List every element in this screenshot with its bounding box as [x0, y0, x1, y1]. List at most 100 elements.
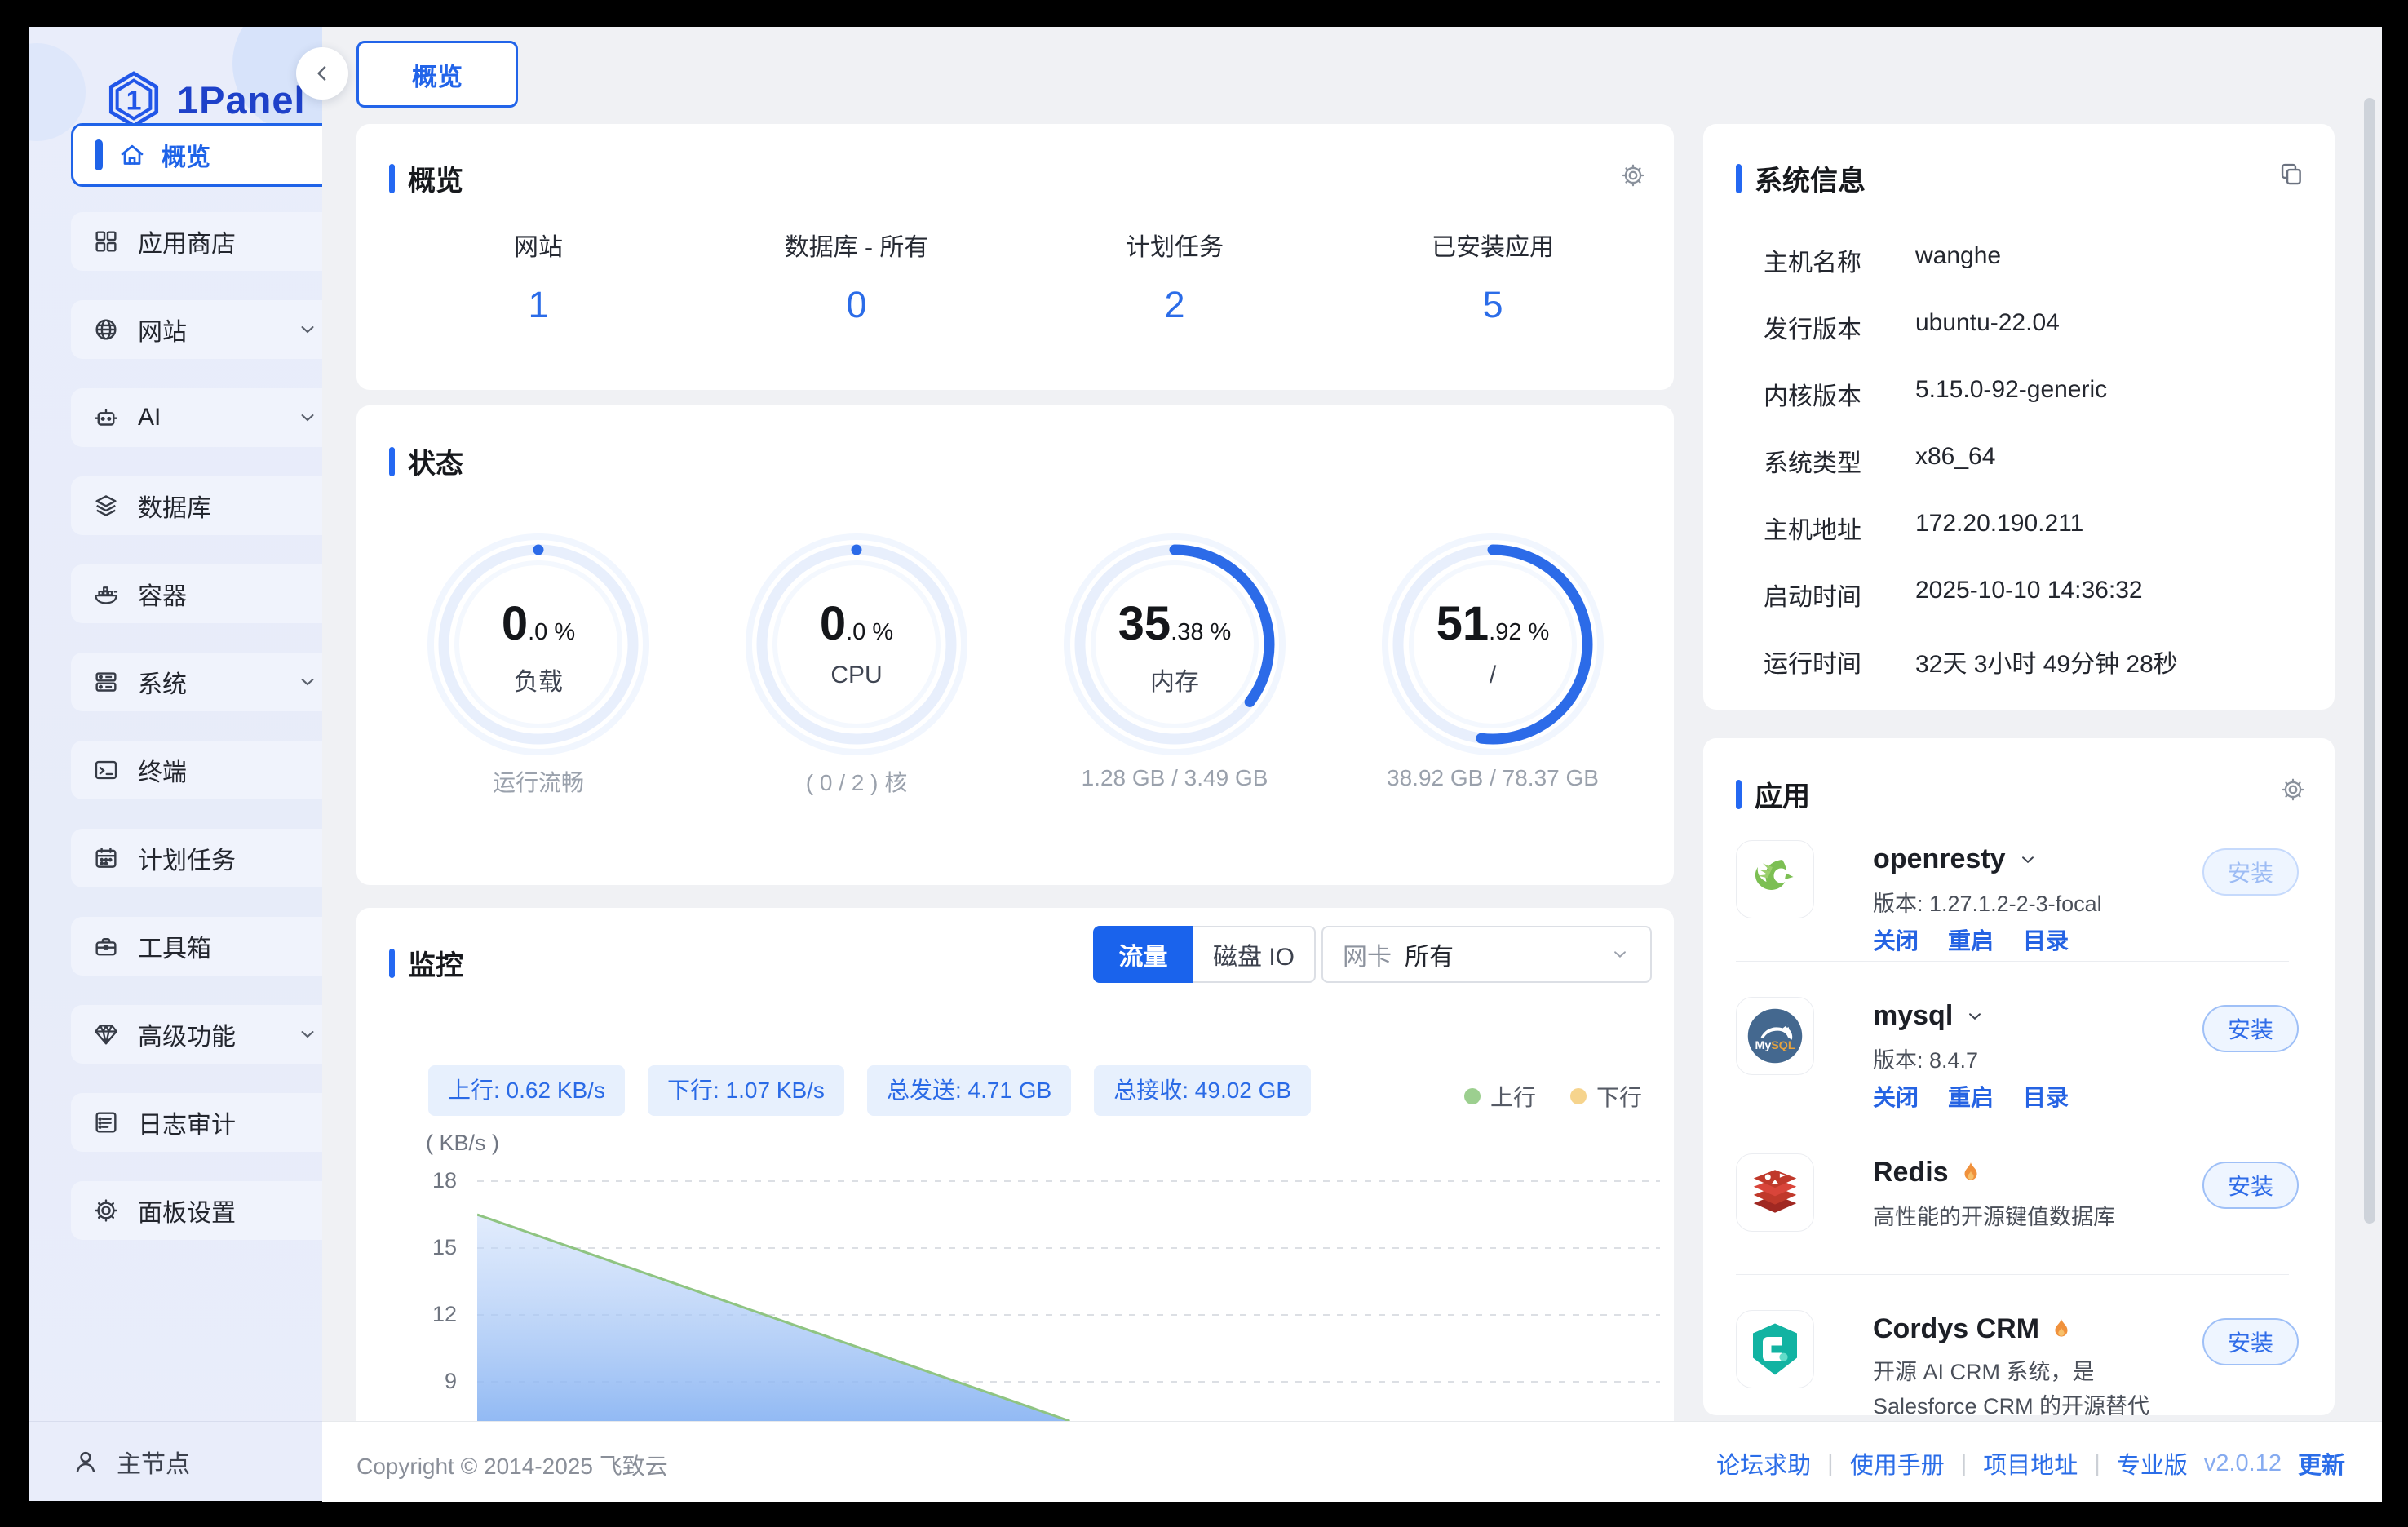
legend-dot-green	[1464, 1088, 1481, 1104]
chevron-down-icon	[296, 318, 319, 341]
sidebar-item-label: 终端	[138, 752, 187, 788]
traffic-area-chart	[477, 1166, 1660, 1421]
install-label: 安装	[2228, 1169, 2273, 1202]
sidebar-item-cron[interactable]: 计划任务	[71, 829, 322, 887]
install-button-redis[interactable]: 安装	[2202, 1162, 2299, 1209]
apps-card-title: 应用	[1755, 774, 1810, 814]
traffic-tags: 上行: 0.62 KB/s 下行: 1.07 KB/s 总发送: 4.71 GB…	[428, 1065, 1311, 1116]
copy-icon[interactable]	[2277, 160, 2305, 188]
chevron-down-icon[interactable]	[1964, 1006, 1985, 1027]
chevron-down-icon[interactable]	[2017, 849, 2038, 870]
sys-label-kernel: 内核版本	[1764, 376, 1910, 412]
action-stop[interactable]: 关闭	[1873, 923, 1919, 956]
sys-label-host-address: 主机地址	[1764, 510, 1910, 546]
sidebar-item-label: 概览	[162, 137, 210, 173]
link-user-manual[interactable]: 使用手册	[1850, 1446, 1945, 1481]
stat-value-installed-apps[interactable]: 5	[1330, 284, 1656, 326]
toggle-disk-io[interactable]: 磁盘 IO	[1193, 926, 1316, 983]
divider: |	[2094, 1450, 2100, 1477]
version-text: v2.0.12	[2204, 1450, 2282, 1477]
legend-upstream[interactable]: 上行	[1464, 1080, 1536, 1113]
sys-value-hostname: wanghe	[1915, 242, 2001, 270]
network-card-select[interactable]: 网卡 所有	[1321, 926, 1652, 983]
log-audit-icon	[92, 1109, 120, 1136]
openresty-name-row: openresty	[1873, 843, 2038, 875]
sidebar-item-pro-features[interactable]: 高级功能	[71, 1005, 322, 1064]
install-button-mysql[interactable]: 安装	[2202, 1005, 2299, 1052]
sidebar-item-toolbox[interactable]: 工具箱	[71, 917, 322, 976]
sidebar-item-logs[interactable]: 日志审计	[71, 1093, 322, 1152]
legend-dot-yellow	[1570, 1088, 1587, 1104]
legend-label: 下行	[1596, 1080, 1642, 1113]
svg-text:MySQL: MySQL	[1755, 1039, 1795, 1052]
sys-label-boot-time: 启动时间	[1764, 577, 1910, 613]
action-directory[interactable]: 目录	[2023, 923, 2069, 956]
sidebar-item-website[interactable]: 网站	[71, 300, 322, 359]
app-store-icon	[92, 228, 120, 255]
sidebar-item-overview[interactable]: 概览	[71, 123, 322, 187]
sys-value-kernel: 5.15.0-92-generic	[1915, 376, 2107, 404]
app-name: mysql	[1873, 1000, 1953, 1032]
sidebar-item-settings[interactable]: 面板设置	[71, 1181, 322, 1240]
logo: 1 1Panel	[104, 69, 306, 130]
app-version: 版本: 1.27.1.2-2-3-focal	[1873, 886, 2102, 918]
stat-value-databases[interactable]: 0	[693, 284, 1020, 326]
tab-overview[interactable]: 概览	[356, 41, 518, 108]
sidebar-collapse-button[interactable]	[296, 47, 348, 100]
app-window: 1 1Panel 概览 应用商店 网站	[0, 0, 2408, 1527]
chart-legend: 上行 下行	[1464, 1080, 1642, 1113]
app-description: 高性能的开源键值数据库	[1873, 1199, 2115, 1231]
sidebar-item-label: 系统	[138, 664, 187, 700]
footer: Copyright © 2014-2025 飞致云 论坛求助 | 使用手册 | …	[322, 1421, 2382, 1502]
tag-downstream-rate: 下行: 1.07 KB/s	[648, 1065, 844, 1116]
legend-downstream[interactable]: 下行	[1570, 1080, 1642, 1113]
gauge-disk-root: 51.92 % /	[1374, 526, 1611, 763]
gauge-caption-memory: 1.28 GB / 3.49 GB	[995, 765, 1354, 791]
link-project-site[interactable]: 项目地址	[1983, 1446, 2078, 1481]
chevron-down-icon	[296, 671, 319, 693]
gauge-value-dec: .38 %	[1171, 619, 1231, 645]
action-stop[interactable]: 关闭	[1873, 1080, 1919, 1113]
gauge-value-dec: .0 %	[528, 619, 575, 645]
stat-value-websites[interactable]: 1	[375, 284, 702, 326]
gauge-value-int: 0	[820, 597, 846, 650]
sidebar: 1 1Panel 概览 应用商店 网站	[29, 27, 322, 1501]
update-link[interactable]: 更新	[2298, 1446, 2345, 1481]
page-scrollbar-thumb[interactable]	[2364, 98, 2375, 1224]
layers-icon	[92, 492, 120, 520]
y-axis-unit-label: ( KB/s )	[426, 1131, 499, 1156]
select-label: 网卡	[1343, 936, 1392, 972]
action-restart[interactable]: 重启	[1948, 923, 1994, 956]
sidebar-item-ai[interactable]: AI	[71, 388, 322, 447]
sidebar-item-label: 面板设置	[138, 1193, 236, 1228]
overview-card-header: 概览	[389, 158, 463, 198]
tag-total-sent: 总发送: 4.71 GB	[867, 1065, 1071, 1116]
toggle-traffic[interactable]: 流量	[1093, 926, 1193, 983]
hot-flame-icon	[1960, 1161, 1981, 1185]
link-pro-edition[interactable]: 专业版	[2117, 1446, 2188, 1481]
stat-value-cronjobs[interactable]: 2	[1011, 284, 1338, 326]
sys-value-uptime: 32天 3小时 49分钟 28秒	[1915, 644, 2178, 679]
system-info-title: 系统信息	[1755, 158, 1866, 198]
active-indicator	[95, 139, 103, 170]
sidebar-item-container[interactable]: 容器	[71, 564, 322, 623]
monitor-toggle-group: 流量 磁盘 IO	[1093, 926, 1316, 983]
action-restart[interactable]: 重启	[1948, 1080, 1994, 1113]
install-button-cordys[interactable]: 安装	[2202, 1318, 2299, 1365]
gear-icon[interactable]	[2279, 776, 2307, 803]
gear-icon[interactable]	[1619, 162, 1647, 189]
sidebar-item-database[interactable]: 数据库	[71, 476, 322, 535]
sidebar-item-app-store[interactable]: 应用商店	[71, 212, 322, 271]
sidebar-item-terminal[interactable]: 终端	[71, 741, 322, 799]
sidebar-item-system[interactable]: 系统	[71, 653, 322, 711]
sys-value-host-address: 172.20.190.211	[1915, 510, 2083, 538]
action-directory[interactable]: 目录	[2023, 1080, 2069, 1113]
link-forum-help[interactable]: 论坛求助	[1716, 1446, 1811, 1481]
sidebar-item-label: AI	[138, 404, 161, 432]
user-icon	[71, 1447, 100, 1476]
install-button-openresty[interactable]: 安装	[2202, 848, 2299, 896]
gauge-label: /	[1374, 662, 1611, 689]
node-selector[interactable]: 主节点	[29, 1421, 322, 1501]
gauge-caption-cpu: ( 0 / 2 ) 核	[677, 765, 1036, 798]
diamond-icon	[92, 1020, 120, 1048]
